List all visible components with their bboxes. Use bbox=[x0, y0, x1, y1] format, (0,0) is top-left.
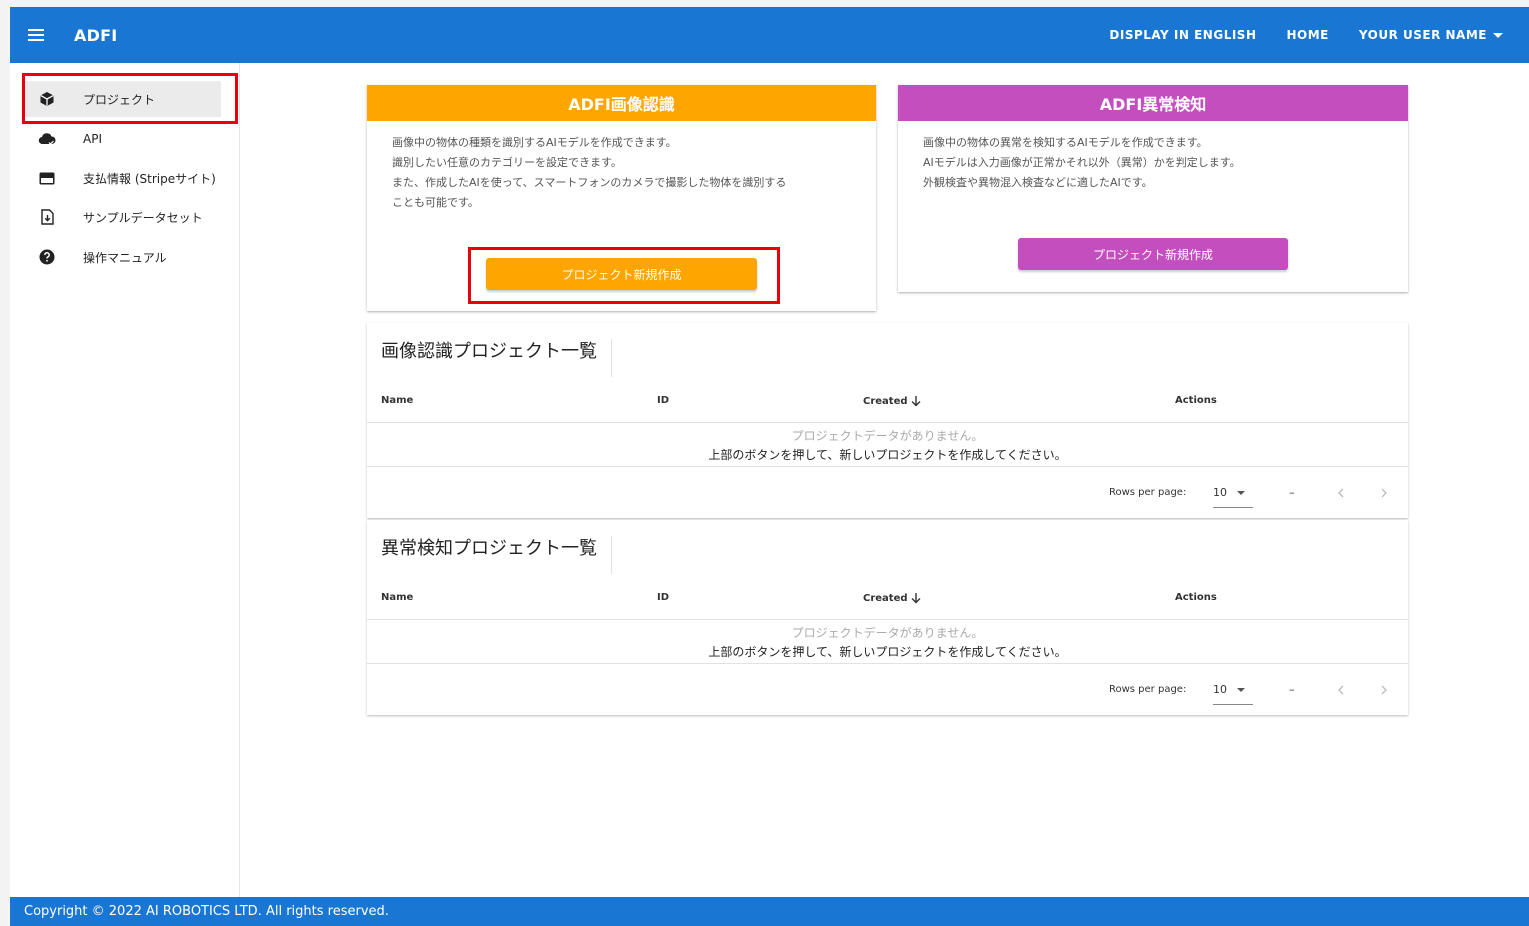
app-title[interactable]: ADFI bbox=[74, 26, 117, 45]
card-title: ADFI異常検知 bbox=[898, 85, 1408, 121]
chevron-down-icon bbox=[1237, 491, 1245, 495]
image-recognition-projects-table: 画像認識プロジェクト一覧 Name ID Created Actions プロジ… bbox=[367, 323, 1408, 518]
help-circle-icon bbox=[37, 247, 57, 267]
hamburger-menu-icon[interactable] bbox=[25, 24, 47, 46]
pagination-range: – bbox=[1289, 486, 1295, 499]
rows-per-page-value: 10 bbox=[1213, 486, 1227, 499]
rows-per-page-value: 10 bbox=[1213, 683, 1227, 696]
sidebar: プロジェクト API 支払情報 (Stripeサイト) サンプルデータセット 操… bbox=[10, 63, 240, 897]
column-header-actions: Actions bbox=[1175, 395, 1217, 406]
column-header-created[interactable]: Created bbox=[863, 395, 922, 407]
user-menu-button[interactable]: YOUR USER NAME bbox=[1359, 28, 1503, 42]
rows-per-page-select[interactable]: 10 bbox=[1213, 486, 1253, 508]
chevron-down-icon bbox=[1237, 688, 1245, 692]
column-header-created[interactable]: Created bbox=[863, 592, 922, 604]
divider bbox=[367, 619, 1408, 620]
app-bar: ADFI DISPLAY IN ENGLISH HOME YOUR USER N… bbox=[10, 7, 1529, 63]
user-name-label: YOUR USER NAME bbox=[1358, 28, 1487, 42]
sidebar-item-api[interactable]: API bbox=[25, 121, 221, 157]
description-line: 画像中の物体の異常を検知するAIモデルを作成できます。 bbox=[923, 136, 1208, 149]
divider bbox=[367, 663, 1408, 664]
rows-per-page-label: Rows per page: bbox=[1109, 684, 1187, 695]
rows-per-page-label: Rows per page: bbox=[1109, 487, 1187, 498]
column-header-actions: Actions bbox=[1175, 592, 1217, 603]
card-title: ADFI画像認識 bbox=[367, 85, 876, 121]
empty-hint: 上部のボタンを押して、新しいプロジェクトを作成してください。 bbox=[708, 645, 1067, 659]
description-line: ことも可能です。 bbox=[392, 196, 479, 209]
next-page-button[interactable] bbox=[1376, 485, 1392, 501]
table-title: 画像認識プロジェクト一覧 bbox=[381, 339, 612, 377]
anomaly-detection-card: ADFI異常検知 画像中の物体の異常を検知するAIモデルを作成できます。 AIモ… bbox=[898, 85, 1408, 292]
column-header-label: Created bbox=[863, 395, 908, 407]
cloud-check-icon bbox=[37, 129, 57, 149]
column-header-name[interactable]: Name bbox=[381, 592, 413, 603]
empty-message: プロジェクトデータがありません。 bbox=[791, 429, 984, 443]
chevron-left-icon bbox=[1338, 488, 1344, 498]
previous-page-button[interactable] bbox=[1333, 485, 1349, 501]
footer: Copyright © 2022 AI ROBOTICS LTD. All ri… bbox=[10, 897, 1529, 926]
create-anomaly-detection-project-button[interactable]: プロジェクト新規作成 bbox=[1018, 238, 1288, 270]
rows-per-page-select[interactable]: 10 bbox=[1213, 683, 1253, 705]
chevron-left-icon bbox=[1338, 685, 1344, 695]
home-button[interactable]: HOME bbox=[1287, 28, 1329, 42]
copyright-text: Copyright © 2022 AI ROBOTICS LTD. All ri… bbox=[24, 904, 389, 919]
chevron-down-icon bbox=[1493, 32, 1503, 38]
next-page-button[interactable] bbox=[1376, 682, 1392, 698]
sidebar-item-manual[interactable]: 操作マニュアル bbox=[25, 239, 221, 275]
column-header-id[interactable]: ID bbox=[657, 592, 669, 603]
arrow-down-icon bbox=[911, 396, 921, 407]
anomaly-detection-projects-table: 異常検知プロジェクト一覧 Name ID Created Actions プロジ… bbox=[367, 520, 1408, 715]
sidebar-item-label: サンプルデータセット bbox=[83, 210, 203, 225]
description-line: また、作成したAIを使って、スマートフォンのカメラで撮影した物体を識別する bbox=[392, 176, 787, 189]
empty-message: プロジェクトデータがありません。 bbox=[791, 626, 984, 640]
display-in-english-button[interactable]: DISPLAY IN ENGLISH bbox=[1109, 28, 1256, 42]
sidebar-item-label: 操作マニュアル bbox=[83, 250, 167, 265]
window-top-edge bbox=[0, 0, 1529, 7]
empty-hint: 上部のボタンを押して、新しいプロジェクトを作成してください。 bbox=[708, 448, 1067, 462]
credit-card-icon bbox=[37, 168, 57, 188]
chevron-right-icon bbox=[1381, 685, 1387, 695]
app-bar-actions: DISPLAY IN ENGLISH HOME YOUR USER NAME bbox=[1079, 7, 1503, 63]
description-line: AIモデルは入力画像が正常かそれ以外（異常）かを判定します。 bbox=[923, 156, 1241, 169]
sidebar-item-label: API bbox=[83, 132, 102, 146]
column-header-name[interactable]: Name bbox=[381, 395, 413, 406]
sidebar-item-label: 支払情報 (Stripeサイト) bbox=[83, 171, 216, 186]
highlight-box-create-button bbox=[468, 247, 780, 304]
divider bbox=[367, 422, 1408, 423]
table-title: 異常検知プロジェクト一覧 bbox=[381, 536, 612, 574]
pagination-range: – bbox=[1289, 683, 1295, 696]
sidebar-item-sample-datasets[interactable]: サンプルデータセット bbox=[25, 199, 221, 235]
description-line: 識別したい任意のカテゴリーを設定できます。 bbox=[392, 156, 622, 169]
divider bbox=[367, 466, 1408, 467]
chevron-right-icon bbox=[1381, 488, 1387, 498]
window-left-edge bbox=[0, 0, 10, 926]
highlight-box-projects bbox=[22, 73, 238, 124]
column-header-label: Created bbox=[863, 592, 908, 604]
description-line: 画像中の物体の種類を識別するAIモデルを作成できます。 bbox=[392, 136, 677, 149]
card-description: 画像中の物体の異常を検知するAIモデルを作成できます。 AIモデルは入力画像が正… bbox=[898, 121, 1408, 193]
column-header-id[interactable]: ID bbox=[657, 395, 669, 406]
file-download-icon bbox=[37, 207, 57, 227]
previous-page-button[interactable] bbox=[1333, 682, 1349, 698]
sidebar-item-billing[interactable]: 支払情報 (Stripeサイト) bbox=[25, 160, 221, 196]
description-line: 外観検査や異物混入検査などに適したAIです。 bbox=[923, 176, 1153, 189]
arrow-down-icon bbox=[911, 593, 921, 604]
card-description: 画像中の物体の種類を識別するAIモデルを作成できます。 識別したい任意のカテゴリ… bbox=[367, 121, 876, 213]
